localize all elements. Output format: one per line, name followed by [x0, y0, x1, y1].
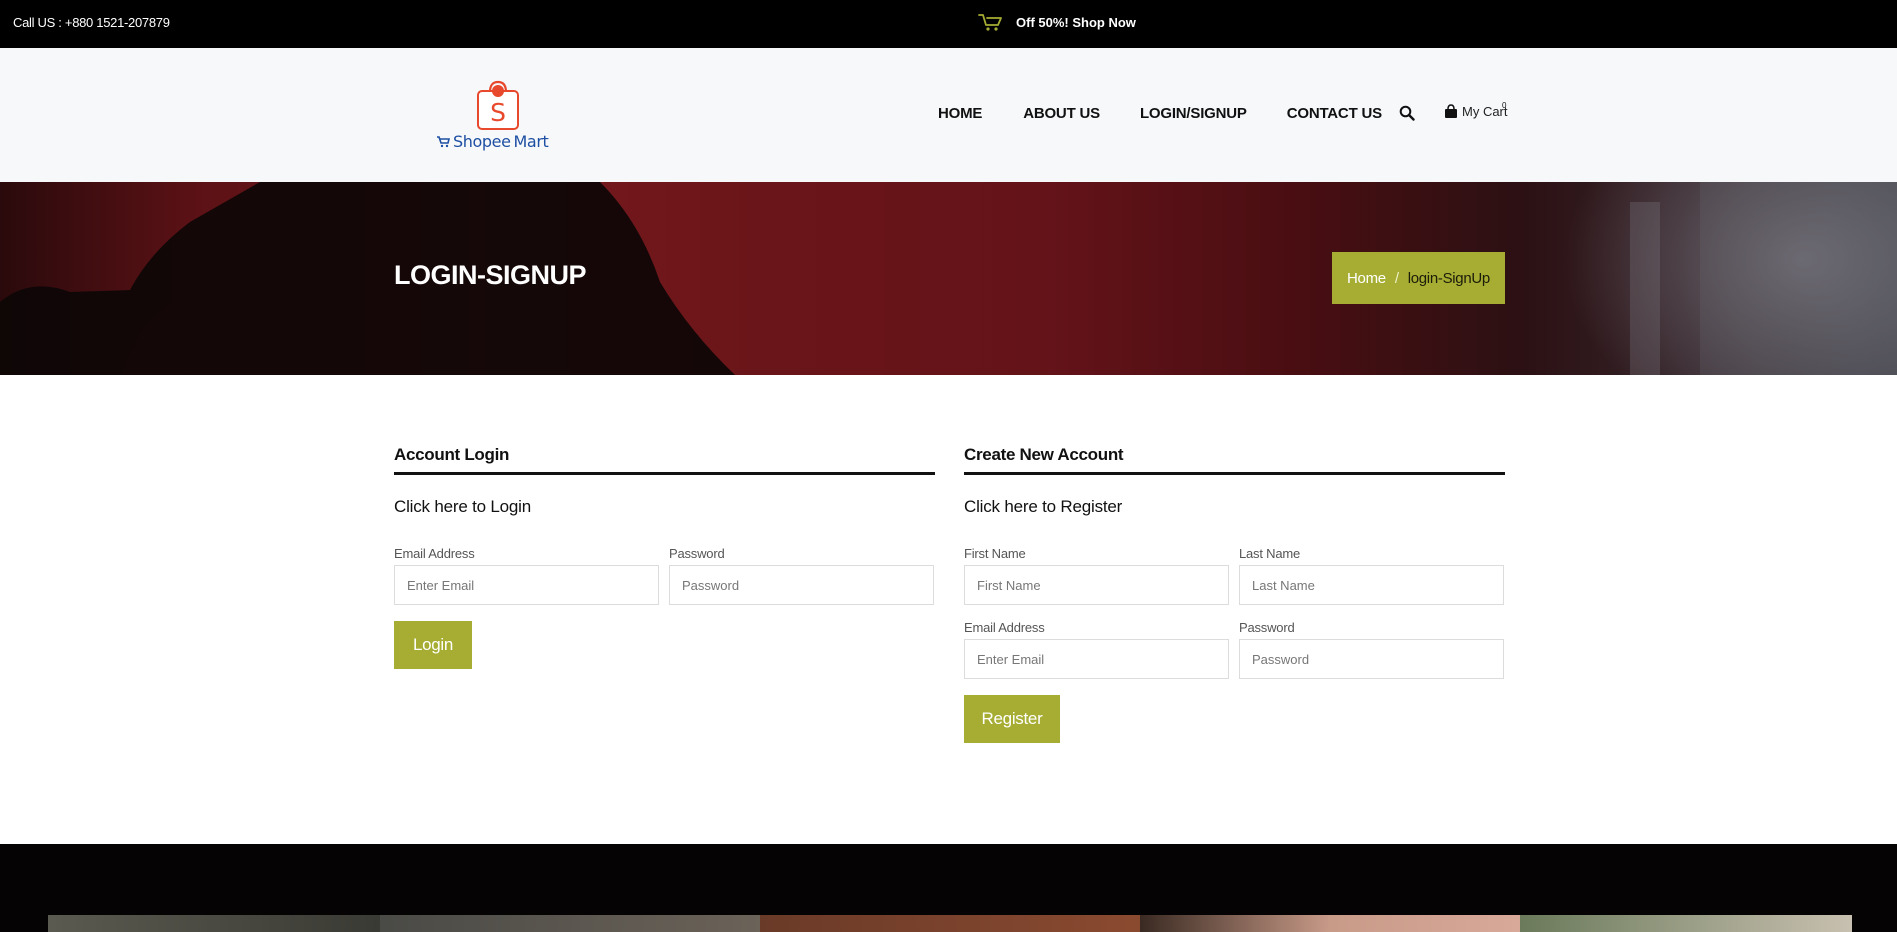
- register-password-input[interactable]: [1239, 639, 1504, 679]
- gallery-image[interactable]: [1140, 915, 1520, 932]
- login-panel: Account Login Click here to Login Email …: [394, 442, 935, 669]
- hero-background-silhouette: [0, 182, 1897, 375]
- register-name-row: First Name Last Name: [964, 546, 1505, 605]
- my-cart-button[interactable]: My Cart: [1444, 104, 1508, 119]
- call-us-text: Call US : +880 1521-207879: [13, 15, 170, 30]
- login-heading: Account Login: [394, 442, 935, 475]
- register-heading: Create New Account: [964, 442, 1505, 475]
- first-name-label: First Name: [964, 546, 1026, 561]
- last-name-field: Last Name: [1239, 546, 1504, 605]
- gallery-image[interactable]: [760, 915, 1140, 932]
- main-nav: HOME ABOUT US LOGIN/SIGNUP CONTACT US: [938, 105, 1382, 122]
- top-bar: Call US : +880 1521-207879 Off 50%! Shop…: [0, 0, 1897, 48]
- register-credentials-row: Email Address Password: [964, 620, 1505, 679]
- login-email-field: Email Address: [394, 546, 659, 605]
- first-name-field: First Name: [964, 546, 1229, 605]
- my-cart-label: My Cart: [1462, 104, 1508, 119]
- site-header: S Shopee Mart HOME ABOUT US LOGIN/SIGNUP …: [0, 48, 1897, 182]
- logo-brand-first: Shopee: [453, 132, 511, 151]
- nav-login-signup[interactable]: LOGIN/SIGNUP: [1140, 105, 1247, 122]
- nav-home[interactable]: HOME: [938, 105, 982, 122]
- page-hero-banner: LOGIN-SIGNUP Home / login-SignUp: [0, 182, 1897, 375]
- first-name-input[interactable]: [964, 565, 1229, 605]
- login-email-input[interactable]: [394, 565, 659, 605]
- shopping-bag-logo-icon: S: [477, 80, 519, 130]
- page-title: LOGIN-SIGNUP: [394, 260, 587, 290]
- site-logo[interactable]: S Shopee Mart: [436, 80, 549, 156]
- login-fields-row: Email Address Password: [394, 546, 935, 605]
- footer-gallery-strip: [0, 844, 1897, 932]
- login-button[interactable]: Login: [394, 621, 472, 669]
- promo-text[interactable]: Off 50%! Shop Now: [1016, 15, 1136, 30]
- cart-count-badge: 0: [1502, 101, 1507, 110]
- register-email-field: Email Address: [964, 620, 1229, 679]
- logo-brand-second: Mart: [513, 132, 549, 151]
- breadcrumb-separator: /: [1394, 269, 1399, 287]
- last-name-input[interactable]: [1239, 565, 1504, 605]
- register-email-input[interactable]: [964, 639, 1229, 679]
- cart-logo-icon: [437, 136, 450, 148]
- logo-brand-text: Shopee Mart: [436, 132, 549, 151]
- register-panel: Create New Account Click here to Registe…: [964, 442, 1505, 743]
- register-button[interactable]: Register: [964, 695, 1060, 743]
- gallery-image[interactable]: [48, 915, 380, 932]
- register-password-field: Password: [1239, 620, 1504, 679]
- login-email-label: Email Address: [394, 546, 475, 561]
- logo-bag-letter: S: [490, 98, 506, 127]
- nav-about-us[interactable]: ABOUT US: [1023, 105, 1100, 122]
- register-email-label: Email Address: [964, 620, 1045, 635]
- promo-banner[interactable]: Off 50%! Shop Now: [978, 12, 1136, 32]
- gallery-image[interactable]: [1520, 915, 1852, 932]
- breadcrumb-home[interactable]: Home: [1347, 270, 1386, 287]
- shopping-cart-icon: [978, 12, 1004, 32]
- search-icon[interactable]: [1399, 105, 1415, 126]
- breadcrumb: Home / login-SignUp: [1332, 252, 1505, 304]
- gallery-image[interactable]: [380, 915, 760, 932]
- login-subheading: Click here to Login: [394, 497, 531, 516]
- last-name-label: Last Name: [1239, 546, 1301, 561]
- nav-contact-us[interactable]: CONTACT US: [1287, 105, 1382, 122]
- login-password-label: Password: [669, 546, 725, 561]
- login-password-field: Password: [669, 546, 934, 605]
- shopping-bag-icon: [1445, 104, 1457, 118]
- register-password-label: Password: [1239, 620, 1295, 635]
- login-password-input[interactable]: [669, 565, 934, 605]
- breadcrumb-current: login-SignUp: [1407, 269, 1491, 287]
- register-subheading: Click here to Register: [964, 497, 1123, 516]
